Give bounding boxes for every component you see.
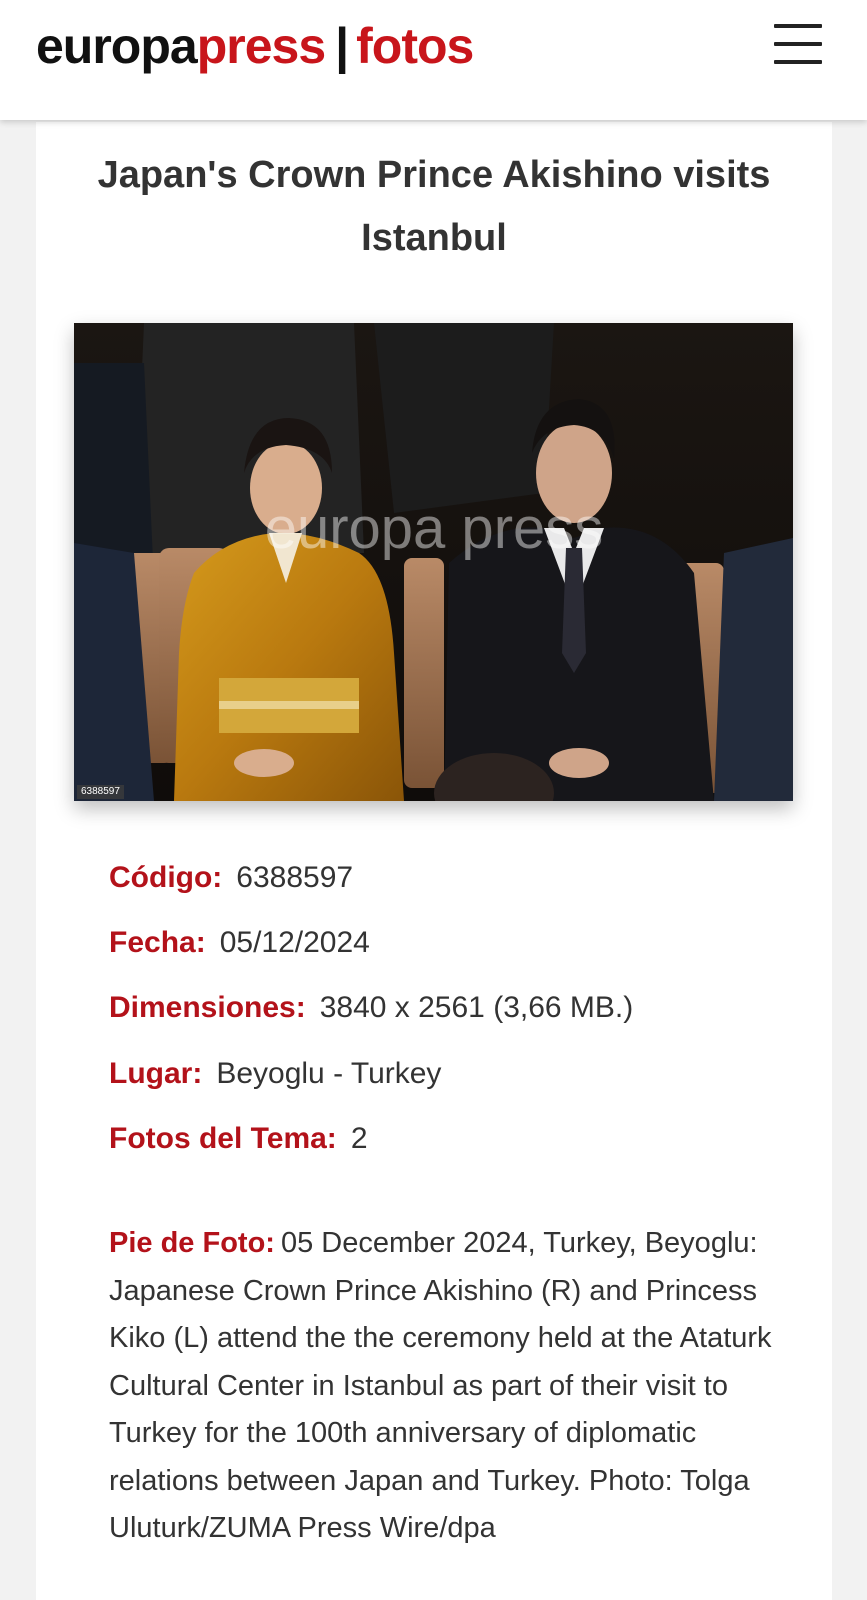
detail-value: 3840 x 2561 (3,66 MB.) — [319, 991, 634, 1024]
detail-label: Fecha: — [109, 926, 206, 959]
detail-lugar: Lugar: Beyoglu - Turkey — [109, 1054, 441, 1094]
logo-europa: europa — [36, 18, 198, 74]
logo-press: press — [196, 18, 326, 74]
detail-value: 6388597 — [236, 861, 354, 894]
detail-label: Dimensiones: — [109, 991, 306, 1024]
news-photo[interactable]: europa press 6388597 — [74, 323, 793, 801]
detail-dimensiones: Dimensiones: 3840 x 2561 (3,66 MB.) — [109, 988, 633, 1028]
photo-caption: Pie de Foto: 05 December 2024, Turkey, Be… — [109, 1220, 789, 1553]
watermark-text: europa press — [265, 496, 604, 561]
detail-fecha: Fecha: 05/12/2024 — [109, 923, 370, 963]
europapress-fotos-logo[interactable]: europapress | fotos — [36, 14, 474, 78]
logo-fotos: fotos — [356, 18, 474, 74]
site-header: europapress | fotos — [0, 0, 867, 120]
detail-label: Lugar: — [109, 1057, 203, 1090]
logo-separator: | — [335, 18, 349, 74]
detail-codigo: Código: 6388597 — [109, 858, 353, 898]
detail-label: Código: — [109, 861, 223, 894]
caption-text: 05 December 2024, Turkey, Beyoglu: Japan… — [109, 1227, 772, 1544]
detail-fotos-del-tema: Fotos del Tema: 2 — [109, 1119, 368, 1159]
detail-label: Fotos del Tema: — [109, 1122, 337, 1155]
photo-detail-card: Japan's Crown Prince Akishino visits Ist… — [36, 122, 832, 1600]
menu-bar — [774, 24, 822, 28]
menu-bar — [774, 60, 822, 64]
caption-label: Pie de Foto: — [109, 1227, 275, 1259]
hamburger-menu-icon[interactable] — [774, 24, 822, 64]
menu-bar — [774, 42, 822, 46]
detail-value: 05/12/2024 — [219, 926, 370, 959]
page-title: Japan's Crown Prince Akishino visits Ist… — [97, 154, 771, 259]
detail-value: 2 — [350, 1122, 368, 1155]
photo-illustration: europa press — [74, 323, 793, 801]
detail-value: Beyoglu - Turkey — [216, 1057, 442, 1090]
photo-id-label: 6388597 — [77, 785, 124, 799]
